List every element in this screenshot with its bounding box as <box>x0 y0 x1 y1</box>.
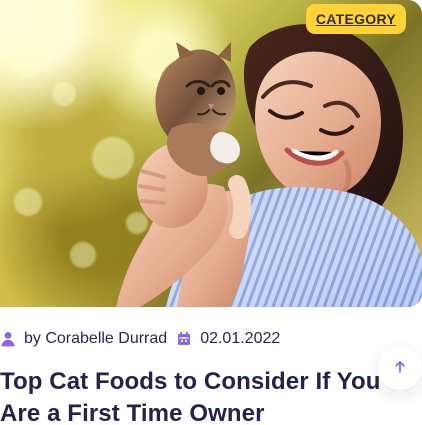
blog-post-card[interactable]: CATEGORY by Corabelle Durrad 02.01.2022 … <box>0 0 422 425</box>
bokeh-light <box>92 137 134 179</box>
date-meta[interactable]: 02.01.2022 <box>176 330 280 348</box>
bokeh-light <box>52 82 76 106</box>
bokeh-light <box>14 188 42 216</box>
author-name[interactable]: by Corabelle Durrad <box>24 330 167 348</box>
bokeh-light <box>70 242 96 268</box>
user-icon <box>0 331 16 347</box>
bokeh-light <box>9 42 45 78</box>
calendar-icon <box>176 331 192 347</box>
arrow-up-icon <box>393 360 407 377</box>
post-meta: by Corabelle Durrad 02.01.2022 <box>0 329 280 349</box>
featured-image[interactable] <box>0 0 422 307</box>
scroll-to-top-button[interactable] <box>378 346 422 390</box>
bokeh-light <box>126 212 148 234</box>
author-meta[interactable]: by Corabelle Durrad <box>0 330 167 348</box>
category-badge[interactable]: CATEGORY <box>305 4 406 34</box>
post-title[interactable]: Top Cat Foods to Consider If You Are a F… <box>0 366 386 425</box>
post-date[interactable]: 02.01.2022 <box>200 330 280 348</box>
